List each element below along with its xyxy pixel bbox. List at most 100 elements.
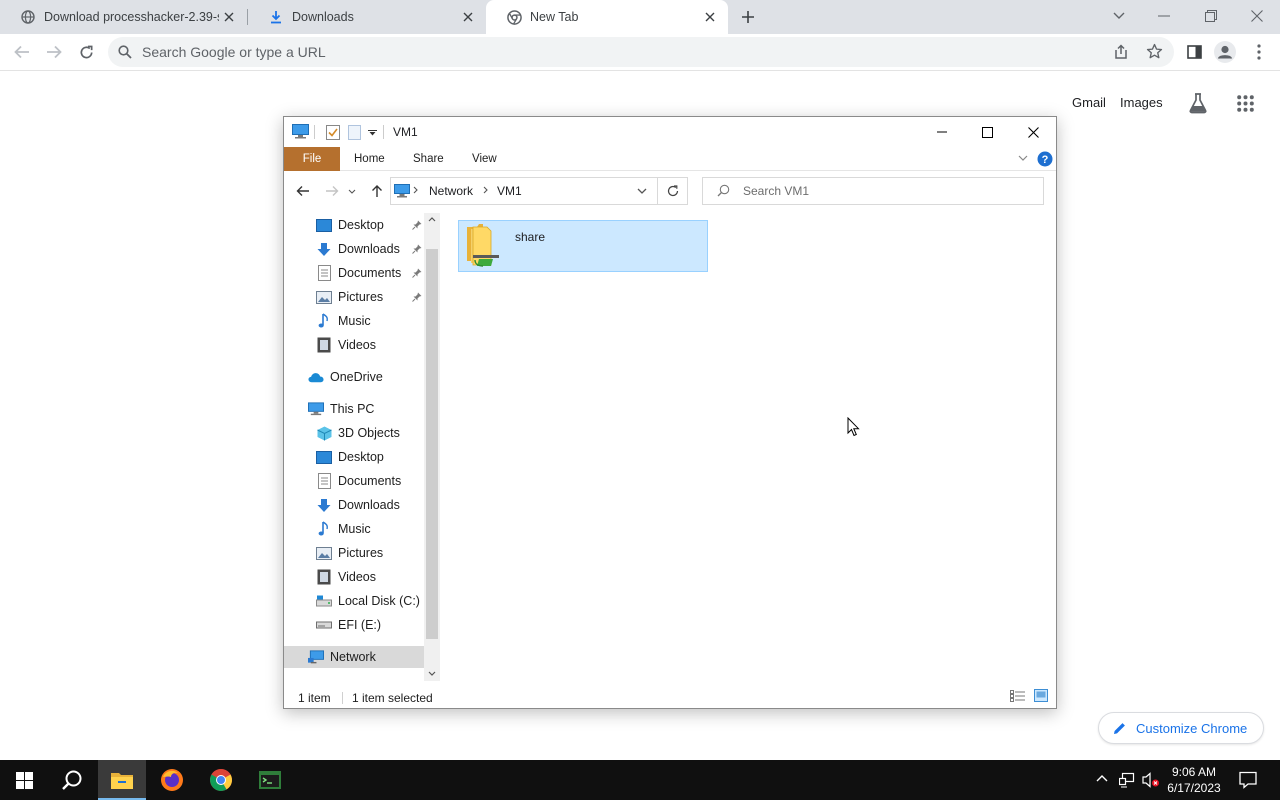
notifications-icon[interactable]: [1239, 771, 1257, 789]
show-hidden-icons-chevron-icon[interactable]: [1096, 774, 1108, 782]
music-icon: [316, 521, 332, 537]
taskbar: 9:06 AM 6/17/2023: [0, 760, 1280, 800]
pin-icon[interactable]: [412, 268, 422, 278]
explorer-maximize-button[interactable]: [973, 118, 1001, 146]
nav-item-videos[interactable]: Videos: [316, 334, 424, 356]
taskbar-firefox[interactable]: [148, 760, 196, 800]
scroll-up-arrow-icon[interactable]: [428, 217, 436, 222]
large-icons-view-icon[interactable]: [1034, 689, 1048, 702]
nav-item-local-disk-c[interactable]: Local Disk (C:): [316, 590, 424, 612]
explorer-search-input[interactable]: [743, 178, 1033, 204]
back-button[interactable]: [8, 38, 36, 66]
explorer-minimize-button[interactable]: [928, 118, 956, 146]
svg-text:?: ?: [1042, 154, 1049, 166]
breadcrumb-separator-icon[interactable]: [413, 186, 418, 194]
customize-chrome-button[interactable]: Customize Chrome: [1098, 712, 1264, 744]
profile-button[interactable]: [1211, 38, 1239, 66]
tab-download-processhacker[interactable]: Download processhacker-2.39-se: [0, 0, 247, 34]
side-panel-button[interactable]: [1180, 38, 1208, 66]
taskbar-file-explorer[interactable]: [98, 760, 146, 800]
nav-item-documents[interactable]: Documents: [316, 262, 424, 284]
nav-item-videos-pc[interactable]: Videos: [316, 566, 424, 588]
nav-item-music-pc[interactable]: Music: [316, 518, 424, 540]
nav-item-onedrive[interactable]: OneDrive: [308, 366, 424, 388]
close-window-button[interactable]: [1243, 2, 1271, 30]
apps-grid-icon[interactable]: [1237, 95, 1254, 112]
properties-icon[interactable]: [326, 124, 340, 140]
scrollbar-thumb[interactable]: [426, 249, 438, 639]
file-list-area[interactable]: share: [444, 213, 1054, 681]
ribbon-tab-view[interactable]: View: [472, 147, 497, 171]
images-link[interactable]: Images: [1120, 95, 1163, 110]
pin-icon[interactable]: [412, 220, 422, 230]
3d-objects-icon: [316, 425, 332, 441]
customize-quick-access-dropdown-icon[interactable]: [368, 130, 377, 136]
navigation-scrollbar[interactable]: [424, 213, 440, 681]
breadcrumb-separator-icon[interactable]: [483, 186, 488, 194]
new-tab-button[interactable]: [734, 3, 762, 31]
nav-item-network[interactable]: Network: [284, 646, 424, 668]
taskbar-search-button[interactable]: [48, 760, 96, 800]
close-icon[interactable]: [702, 9, 718, 25]
start-button[interactable]: [0, 760, 48, 800]
nav-item-this-pc[interactable]: This PC: [308, 398, 424, 420]
taskbar-terminal-app[interactable]: [246, 760, 294, 800]
restore-button[interactable]: [1197, 2, 1225, 30]
pin-icon[interactable]: [412, 292, 422, 302]
bookmark-star-icon[interactable]: [1146, 43, 1163, 60]
labs-flask-icon[interactable]: [1187, 92, 1209, 114]
nav-item-documents-pc[interactable]: Documents: [316, 470, 424, 492]
explorer-close-button[interactable]: [1019, 118, 1047, 146]
help-icon[interactable]: ?: [1037, 151, 1053, 167]
ribbon-tab-file[interactable]: File: [284, 147, 340, 171]
nav-item-downloads-pc[interactable]: Downloads: [316, 494, 424, 516]
address-toolbar: Network VM1: [284, 175, 1056, 209]
folder-item-share[interactable]: share: [458, 220, 708, 272]
explorer-search-box[interactable]: [702, 177, 1044, 205]
reload-button[interactable]: [72, 38, 100, 66]
details-view-icon[interactable]: [1010, 690, 1026, 702]
tab-search-button[interactable]: [1105, 2, 1133, 30]
cloud-icon: [308, 369, 324, 385]
system-clock[interactable]: 9:06 AM 6/17/2023: [1160, 760, 1228, 800]
explorer-refresh-button[interactable]: [658, 177, 688, 205]
ribbon-tab-home[interactable]: Home: [354, 147, 385, 171]
nav-item-desktop-pc[interactable]: Desktop: [316, 446, 424, 468]
nav-item-downloads[interactable]: Downloads: [316, 238, 424, 260]
menu-button[interactable]: [1245, 38, 1273, 66]
tab-downloads[interactable]: Downloads: [248, 0, 486, 34]
volume-muted-icon[interactable]: [1142, 772, 1160, 788]
omnibox-input[interactable]: [142, 37, 1042, 67]
omnibox[interactable]: [108, 37, 1174, 67]
breadcrumb-vm1[interactable]: VM1: [497, 184, 522, 198]
nav-item-desktop[interactable]: Desktop: [316, 214, 424, 236]
close-icon[interactable]: [221, 9, 237, 25]
scroll-down-arrow-icon[interactable]: [428, 671, 436, 676]
network-tray-icon[interactable]: [1119, 772, 1135, 788]
pictures-icon: [316, 289, 332, 305]
ribbon-tab-share[interactable]: Share: [413, 147, 444, 171]
chrome-icon: [506, 9, 522, 25]
taskbar-chrome[interactable]: [197, 760, 245, 800]
address-dropdown-icon[interactable]: [637, 188, 647, 194]
gmail-link[interactable]: Gmail: [1072, 95, 1106, 110]
nav-item-efi-e[interactable]: EFI (E:): [316, 614, 424, 636]
address-bar[interactable]: Network VM1: [390, 177, 658, 205]
close-icon[interactable]: [460, 9, 476, 25]
nav-item-pictures[interactable]: Pictures: [316, 286, 424, 308]
nav-item-pictures-pc[interactable]: Pictures: [316, 542, 424, 564]
forward-button[interactable]: [40, 38, 68, 66]
nav-item-3d-objects[interactable]: 3D Objects: [316, 422, 424, 444]
up-button[interactable]: [363, 177, 391, 205]
minimize-button[interactable]: [1150, 2, 1178, 30]
pin-icon[interactable]: [412, 244, 422, 254]
nav-item-music[interactable]: Music: [316, 310, 424, 332]
tab-new-tab[interactable]: New Tab: [486, 0, 728, 34]
share-icon[interactable]: [1113, 44, 1129, 60]
expand-ribbon-chevron-icon[interactable]: [1018, 155, 1028, 161]
new-folder-icon[interactable]: [348, 125, 361, 140]
explorer-back-button[interactable]: [289, 177, 317, 205]
breadcrumb-network[interactable]: Network: [429, 184, 473, 198]
drive-icon: [316, 617, 332, 633]
recent-locations-button[interactable]: [342, 177, 362, 205]
